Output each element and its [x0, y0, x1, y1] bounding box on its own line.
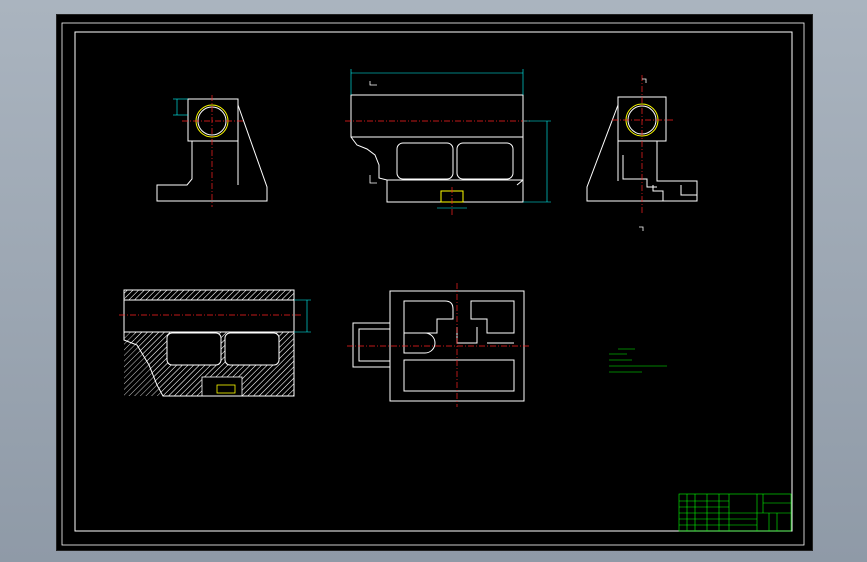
front-view: [350, 94, 524, 203]
inner-border: [74, 31, 793, 532]
drawing-sheet: [56, 14, 813, 551]
bottom-view-centerlines: [347, 283, 529, 407]
top-section-view: [123, 289, 295, 397]
technical-requirements-notes: [609, 348, 667, 373]
cad-drawing: [61, 22, 805, 546]
outer-border: [61, 22, 805, 546]
top-section-dimension: [294, 299, 311, 333]
title-block: [678, 493, 792, 532]
front-view-section-marks: [369, 81, 377, 184]
right-view-centerlines: [612, 75, 673, 215]
front-view-dimensions: [350, 69, 551, 209]
left-view-centerlines: [182, 95, 245, 207]
front-view-centerlines: [345, 120, 531, 215]
right-view-section-marks: [639, 78, 647, 231]
left-view-dimension: [173, 98, 188, 116]
